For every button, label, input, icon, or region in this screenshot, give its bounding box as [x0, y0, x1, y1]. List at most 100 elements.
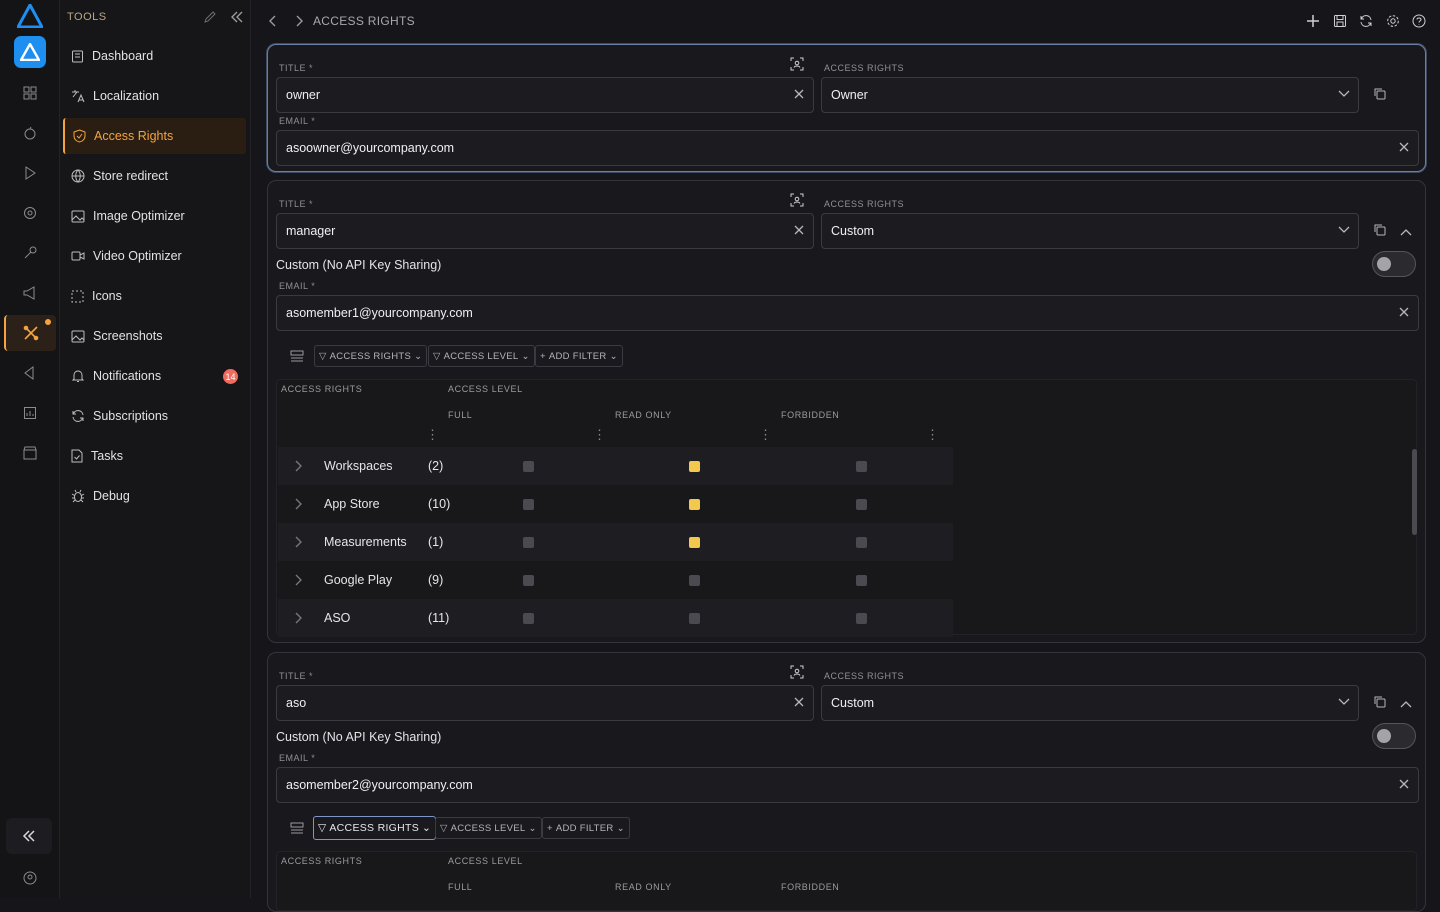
sidebar-item-dashboard[interactable]: Dashboard	[63, 38, 246, 74]
title-input[interactable]: manager	[276, 213, 814, 249]
custom-api-key-toggle[interactable]	[1372, 723, 1416, 749]
access-rights-select[interactable]: Custom	[821, 685, 1359, 721]
checkbox-read-only[interactable]	[689, 575, 700, 586]
column-menu-icon[interactable]: ⋮	[426, 427, 439, 443]
add-filter-button[interactable]: + ADD FILTER ⌄	[542, 817, 630, 839]
columns-icon[interactable]	[290, 350, 304, 362]
sidebar-item-screenshots[interactable]: Screenshots	[63, 318, 246, 354]
table-row[interactable]: Google Play (9)	[278, 561, 953, 599]
chevron-right-icon[interactable]	[294, 612, 302, 624]
email-input[interactable]: asoowner@yourcompany.com	[276, 130, 1419, 166]
add-icon[interactable]	[1306, 14, 1320, 28]
access-rights-select[interactable]: Custom	[821, 213, 1359, 249]
sidebar-item-access-rights[interactable]: Access Rights	[63, 118, 246, 154]
checkbox-read-only[interactable]	[689, 499, 700, 510]
sidebar-item-notifications[interactable]: Notifications 14	[63, 358, 246, 394]
checkbox-full[interactable]	[523, 537, 534, 548]
rail-apple-icon[interactable]	[20, 123, 40, 143]
checkbox-forbidden[interactable]	[856, 613, 867, 624]
sidebar-item-tasks[interactable]: Tasks	[63, 438, 246, 474]
clear-icon[interactable]	[793, 224, 805, 236]
chevron-up-icon[interactable]	[1400, 227, 1412, 237]
column-menu-icon[interactable]: ⋮	[759, 427, 772, 443]
filter-access-level[interactable]: ▽ ACCESS LEVEL ⌄	[435, 817, 542, 839]
rail-user-icon[interactable]	[20, 868, 40, 888]
rail-vscode-icon[interactable]	[20, 363, 40, 383]
help-icon[interactable]	[1412, 14, 1426, 28]
sidebar-item-image-optimizer[interactable]: Image Optimizer	[63, 198, 246, 234]
checkbox-forbidden[interactable]	[856, 461, 867, 472]
clear-icon[interactable]	[1398, 306, 1410, 318]
add-filter-button[interactable]: + ADD FILTER ⌄	[535, 345, 623, 367]
rail-tools-dot	[45, 319, 51, 325]
chevron-right-icon[interactable]	[294, 536, 302, 548]
checkbox-read-only[interactable]	[689, 461, 700, 472]
sidebar-item-localization[interactable]: Localization	[63, 78, 246, 114]
sidebar-item-debug[interactable]: Debug	[63, 478, 246, 514]
table-row[interactable]: ASO (11)	[278, 599, 953, 637]
forward-chevron-icon[interactable]	[294, 15, 304, 27]
rail-store-icon[interactable]	[20, 443, 40, 463]
checkbox-full[interactable]	[523, 499, 534, 510]
copy-icon[interactable]	[1373, 87, 1386, 100]
rail-play-icon[interactable]	[20, 163, 40, 183]
scan-user-icon[interactable]	[790, 57, 804, 71]
rail-grid-icon[interactable]	[20, 83, 40, 103]
checkbox-full[interactable]	[523, 461, 534, 472]
copy-icon[interactable]	[1373, 695, 1386, 708]
clear-icon[interactable]	[1398, 778, 1410, 790]
table-row[interactable]: Measurements (1)	[278, 523, 953, 561]
sidebar-item-icons[interactable]: Icons	[63, 278, 246, 314]
access-rights-select[interactable]: Owner	[821, 77, 1359, 113]
custom-api-key-toggle[interactable]	[1372, 251, 1416, 277]
app-switcher-button[interactable]	[14, 36, 46, 68]
checkbox-full[interactable]	[523, 613, 534, 624]
title-input[interactable]: aso	[276, 685, 814, 721]
rail-megaphone-icon[interactable]	[20, 283, 40, 303]
column-menu-icon[interactable]: ⋮	[926, 427, 939, 443]
sidebar-header: TOOLS	[67, 11, 107, 23]
filter-access-rights[interactable]: ▽ ACCESS RIGHTS ⌄	[314, 345, 428, 367]
chevron-right-icon[interactable]	[294, 460, 302, 472]
email-input[interactable]: asomember1@yourcompany.com	[276, 295, 1419, 331]
clear-icon[interactable]	[793, 88, 805, 100]
clear-icon[interactable]	[1398, 141, 1410, 153]
checkbox-read-only[interactable]	[689, 613, 700, 624]
collapse-sidebar-icon[interactable]	[230, 10, 244, 24]
sidebar-item-subscriptions[interactable]: Subscriptions	[63, 398, 246, 434]
chevron-up-icon[interactable]	[1400, 699, 1412, 709]
chevron-right-icon[interactable]	[294, 574, 302, 586]
rail-collapse-button[interactable]	[6, 818, 52, 854]
save-icon[interactable]	[1333, 14, 1347, 28]
copy-icon[interactable]	[1373, 223, 1386, 236]
checkbox-read-only[interactable]	[689, 537, 700, 548]
chevron-right-icon[interactable]	[294, 498, 302, 510]
checkbox-full[interactable]	[523, 575, 534, 586]
refresh-icon[interactable]	[1359, 14, 1373, 28]
table-scrollbar[interactable]	[1412, 449, 1417, 535]
rail-key-icon[interactable]	[20, 243, 40, 263]
back-chevron-icon[interactable]	[268, 15, 278, 27]
title-input[interactable]: owner	[276, 77, 814, 113]
checkbox-forbidden[interactable]	[856, 537, 867, 548]
scan-user-icon[interactable]	[790, 665, 804, 679]
rail-report-icon[interactable]	[20, 403, 40, 423]
sidebar-item-store-redirect[interactable]: Store redirect	[63, 158, 246, 194]
email-input[interactable]: asomember2@yourcompany.com	[276, 767, 1419, 803]
checkbox-forbidden[interactable]	[856, 575, 867, 586]
clear-icon[interactable]	[793, 696, 805, 708]
filter-access-rights[interactable]: ▽ ACCESS RIGHTS ⌄	[313, 816, 437, 840]
title-label: TITLE *	[279, 671, 314, 681]
rail-target-icon[interactable]	[20, 203, 40, 223]
col-full: FULL	[448, 882, 473, 892]
columns-icon[interactable]	[290, 822, 304, 834]
checkbox-forbidden[interactable]	[856, 499, 867, 510]
table-row[interactable]: Workspaces (2)	[278, 447, 953, 485]
scan-user-icon[interactable]	[790, 193, 804, 207]
filter-access-level[interactable]: ▽ ACCESS LEVEL ⌄	[428, 345, 535, 367]
gear-icon[interactable]	[1386, 14, 1400, 28]
column-menu-icon[interactable]: ⋮	[593, 427, 606, 443]
table-row[interactable]: App Store (10)	[278, 485, 953, 523]
sidebar-item-video-optimizer[interactable]: Video Optimizer	[63, 238, 246, 274]
edit-icon[interactable]	[203, 10, 217, 24]
